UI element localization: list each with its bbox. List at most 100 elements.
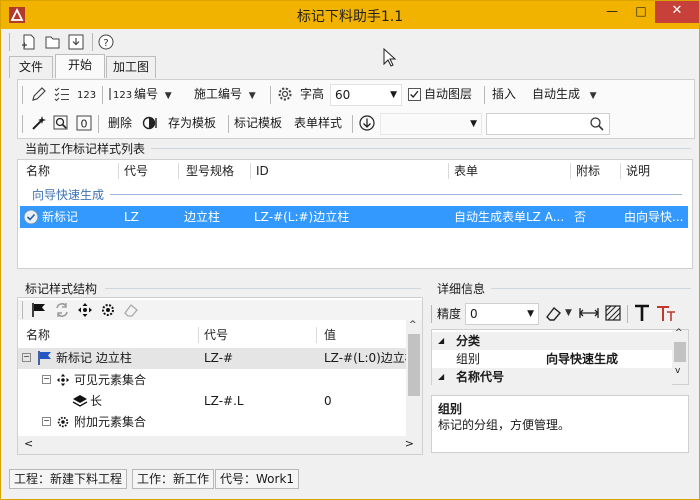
eraser-icon[interactable] (123, 302, 139, 318)
description-title: 组别 (438, 402, 463, 416)
toolbar-grip (9, 33, 10, 51)
ribbon-row-2: 0 删除 存为模板 标记模板 表单样式 ▼ (18, 111, 694, 137)
tab-file[interactable]: 文件 (9, 56, 53, 78)
mark-style-list[interactable]: 名称 代号 型号规格 ID 表单 附标 说明 向导快速生成 新标记 LZ 边立柱… (17, 159, 693, 269)
help-icon[interactable]: ? (96, 32, 116, 52)
chevron-up-icon[interactable]: ^ (409, 320, 417, 330)
insert-button[interactable]: 插入 (492, 82, 516, 106)
precision-label: 精度 (437, 307, 462, 321)
text-style-icon[interactable] (655, 303, 677, 323)
column-header-name[interactable]: 名称 (26, 160, 50, 182)
group-header[interactable]: 向导快速生成 (32, 186, 104, 203)
scrollbar-thumb[interactable] (674, 342, 686, 362)
chevron-up-icon[interactable]: ^ (675, 328, 683, 338)
tree-row-visible-set[interactable]: − 可见元素集合 (18, 370, 408, 391)
move-icon[interactable] (77, 302, 93, 318)
tree-row-value: LZ-#(L:0)边立柱 (324, 351, 408, 365)
move-icon (56, 373, 70, 387)
form-style-button[interactable]: 表单样式 (294, 111, 342, 135)
refresh-icon[interactable] (54, 302, 70, 318)
arrow-down-circle-icon[interactable] (358, 114, 376, 132)
tab-processing-drawing[interactable]: 加工图 (106, 56, 156, 78)
column-header-form[interactable]: 表单 (454, 160, 478, 182)
column-header-spec[interactable]: 型号规格 (186, 160, 234, 182)
prop-row-group[interactable]: 组别 向导快速生成 (432, 350, 672, 368)
status-code[interactable]: 代号：Work1 (215, 469, 300, 489)
property-grid[interactable]: ◢ 分类 组别 向导快速生成 ◢ 名称代号 ^ v (431, 328, 689, 386)
maximize-button[interactable]: □ (627, 1, 655, 23)
tree-row-length[interactable]: 长 LZ-#.L 0 (18, 391, 408, 412)
chevron-left-icon[interactable]: < (24, 437, 33, 450)
close-button[interactable]: ✕ (655, 1, 699, 23)
status-work[interactable]: 工作：新工作 (132, 469, 215, 489)
zero-mark-icon[interactable]: 0 (75, 114, 93, 132)
list-row-selected[interactable]: 新标记 LZ 边立柱 LZ-#(L:#)边立柱 自动生成表单LZ A... 否 … (20, 206, 688, 228)
font-height-combo[interactable]: 60 ▼ (330, 84, 402, 106)
tree-row-extra-set[interactable]: − 附加元素集合 (18, 412, 408, 433)
minimize-button[interactable]: — (597, 1, 627, 23)
collapse-icon[interactable]: − (22, 353, 31, 362)
column-header-code[interactable]: 代号 (124, 160, 148, 182)
collapse-triangle-icon[interactable]: ◢ (438, 332, 444, 350)
mark-style-structure[interactable]: 名称 代号 值 − 新标记 边立柱 LZ-# LZ-#(L:0)边立柱 − 可见… (17, 297, 423, 455)
vertical-scrollbar[interactable]: ^ v (672, 328, 688, 384)
font-height-value: 60 (335, 88, 351, 102)
column-header-value[interactable]: 值 (324, 324, 336, 346)
zoom-select-icon[interactable] (52, 114, 70, 132)
detail-panel-title: 详细信息 (437, 282, 486, 296)
search-icon[interactable] (589, 116, 605, 132)
row-form: 自动生成表单LZ A... (454, 210, 565, 224)
tree-row-root[interactable]: − 新标记 边立柱 LZ-# LZ-#(L:0)边立柱 (18, 348, 408, 369)
chevron-down-icon[interactable]: ▼ (565, 308, 572, 318)
checklist-icon[interactable] (53, 85, 71, 103)
dimension-icon[interactable] (579, 306, 599, 320)
prop-category-classification[interactable]: ◢ 分类 (432, 332, 672, 350)
save-icon[interactable] (66, 32, 86, 52)
column-header-id[interactable]: ID (256, 160, 269, 182)
hatch-icon[interactable] (605, 305, 621, 321)
delete-button[interactable]: 删除 (108, 111, 132, 135)
column-header-attach[interactable]: 附标 (576, 160, 600, 182)
prop-category-name-code[interactable]: ◢ 名称代号 (432, 368, 672, 386)
struct-panel-title: 标记样式结构 (25, 282, 98, 296)
text-icon[interactable] (633, 303, 651, 323)
tab-start[interactable]: 开始 (55, 54, 105, 78)
chevron-down-icon[interactable]: ▼ (390, 85, 397, 105)
template-select[interactable]: ▼ (380, 113, 482, 135)
column-header-desc[interactable]: 说明 (626, 160, 650, 182)
pencil-icon[interactable] (30, 85, 48, 103)
title-bar[interactable]: 标记下料助手1.1 — □ ✕ (1, 1, 699, 29)
auto-generate-dropdown[interactable]: 自动生成 ▼ (532, 82, 597, 108)
precision-combo[interactable]: 0 ▼ (465, 303, 539, 325)
auto-layer-label[interactable]: 自动图层 (424, 82, 472, 106)
vertical-scrollbar[interactable]: ^ (406, 320, 422, 436)
chevron-down-icon[interactable]: ▼ (470, 114, 477, 134)
scrollbar-thumb[interactable] (408, 334, 420, 396)
half-circle-icon[interactable] (142, 115, 160, 131)
construction-numbering-dropdown[interactable]: 施工编号 ▼ (194, 82, 256, 108)
column-header-code[interactable]: 代号 (204, 324, 228, 346)
auto-layer-checkbox[interactable] (408, 88, 421, 101)
collapse-icon[interactable]: − (42, 417, 51, 426)
number-format-icon[interactable]: 123 (76, 85, 98, 103)
magic-wand-icon[interactable] (30, 114, 48, 132)
search-input[interactable] (486, 113, 610, 135)
open-folder-icon[interactable] (43, 32, 63, 52)
chevron-right-icon[interactable]: > (405, 437, 414, 450)
chevron-down-icon[interactable]: v (675, 366, 680, 376)
flag-icon[interactable] (30, 302, 48, 318)
svg-text:123: 123 (113, 90, 132, 101)
collapse-triangle-icon[interactable]: ◢ (438, 368, 444, 386)
status-project[interactable]: 工程：新建下料工程 (9, 469, 128, 489)
gear-icon[interactable] (100, 302, 116, 318)
mark-template-button[interactable]: 标记模板 (234, 111, 282, 135)
chevron-down-icon[interactable]: ▼ (527, 304, 534, 324)
numbering-dropdown[interactable]: 编号 ▼ (134, 82, 172, 108)
horizontal-scrollbar[interactable]: < > (18, 436, 422, 454)
column-header-name[interactable]: 名称 (26, 324, 50, 346)
gear-icon[interactable] (276, 85, 294, 103)
collapse-icon[interactable]: − (42, 375, 51, 384)
save-as-template-button[interactable]: 存为模板 (168, 111, 216, 135)
new-file-icon[interactable] (19, 32, 39, 52)
eraser-icon[interactable] (545, 305, 563, 323)
